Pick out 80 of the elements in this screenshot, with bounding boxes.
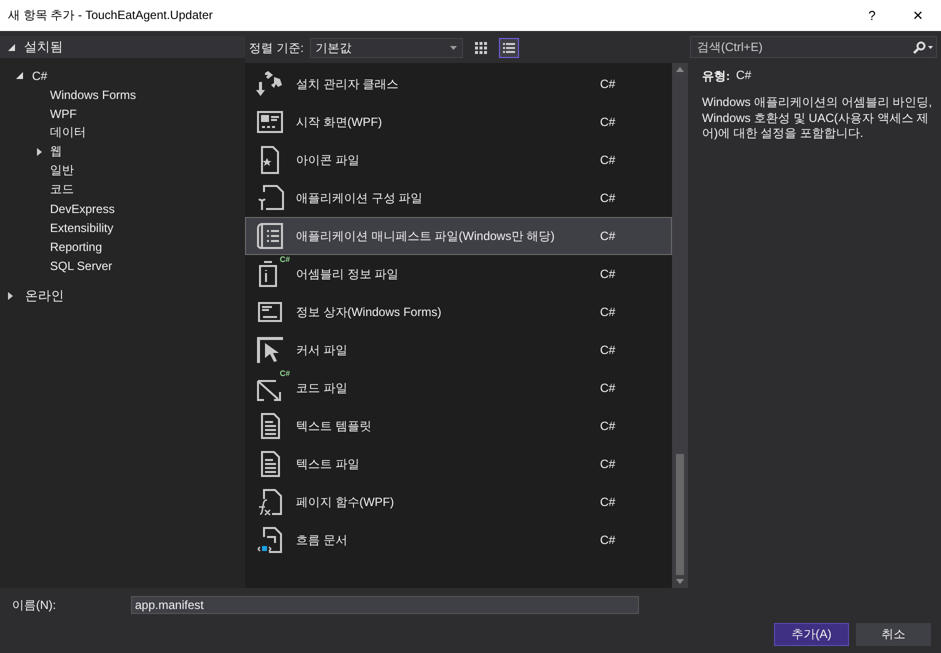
template-row[interactable]: 시작 화면(WPF) C# (245, 103, 672, 141)
tree-item[interactable]: Windows Forms (50, 88, 136, 102)
template-language: C# (600, 419, 616, 433)
tree-item[interactable]: Reporting (50, 240, 102, 254)
tree-item[interactable]: 온라인 (25, 286, 64, 304)
template-name: 정보 상자(Windows Forms) (296, 304, 442, 320)
expander-icon[interactable] (16, 72, 23, 79)
scroll-thumb[interactable] (676, 454, 684, 575)
template-language: C# (600, 77, 616, 91)
scroll-list-icon (254, 220, 286, 252)
template-name: 커서 파일 (296, 342, 348, 358)
template-name: 아이콘 파일 (296, 152, 360, 168)
tree-item[interactable]: 데이터 (50, 124, 86, 141)
scroll-up-icon[interactable] (676, 67, 684, 72)
scrollbar[interactable] (672, 63, 688, 588)
tree-item[interactable]: 코드 (50, 181, 74, 198)
template-name: 페이지 함수(WPF) (296, 494, 395, 510)
template-row[interactable]: 흐름 문서 C# (245, 521, 672, 559)
expander-icon[interactable] (8, 44, 15, 50)
tree-item[interactable]: Extensibility (50, 220, 114, 234)
template-name: 시작 화면(WPF) (296, 114, 383, 130)
language-label: C# (280, 255, 290, 264)
template-language: C# (600, 267, 616, 281)
name-input[interactable]: app.manifest (131, 596, 639, 614)
template-row[interactable]: 아이콘 파일 C# (245, 141, 672, 179)
list-icon (502, 42, 515, 54)
template-row[interactable]: 애플리케이션 매니페스트 파일(Windows만 해당) C# (245, 217, 672, 255)
template-name: 어셈블리 정보 파일 (296, 266, 400, 282)
template-row[interactable]: 커서 파일 C# (245, 331, 672, 369)
tree-item[interactable]: DevExpress (50, 202, 115, 216)
tree-item[interactable]: C# (32, 68, 48, 82)
add-button[interactable]: 추가(A) (774, 623, 849, 646)
tree-item[interactable]: 설치됨 (24, 38, 63, 56)
template-name: 흐름 문서 (296, 532, 348, 548)
tree-item[interactable]: WPF (50, 106, 77, 120)
template-language: C# (600, 533, 616, 547)
template-description: Windows 애플리케이션의 어셈블리 바인딩, Windows 호환성 및 UAC(사용자 액세스 제어)에 대한 설정을 포함합니다. (702, 95, 932, 142)
close-button[interactable]: ✕ (895, 8, 941, 24)
template-language: C# (600, 305, 616, 319)
name-label: 이름(N): (12, 596, 57, 614)
search-icon[interactable] (911, 41, 933, 54)
tree-item[interactable]: 일반 (50, 162, 74, 179)
help-button[interactable]: ? (849, 8, 895, 23)
list-view-button[interactable] (498, 38, 519, 58)
template-name: 애플리케이션 매니페스트 파일(Windows만 해당) (296, 228, 556, 244)
template-row[interactable]: 정보 상자(Windows Forms) C# (245, 293, 672, 331)
template-row[interactable]: C# 어셈블리 정보 파일 C# (245, 255, 672, 293)
template-name: 텍스트 파일 (296, 456, 360, 472)
template-language: C# (600, 457, 616, 471)
template-language: C# (600, 191, 616, 205)
cursor-icon (254, 334, 286, 366)
template-row[interactable]: C# 코드 파일 C# (245, 369, 672, 407)
template-name: 설치 관리자 클래스 (296, 76, 400, 92)
sort-label: 정렬 기준: (249, 40, 304, 56)
template-language: C# (600, 115, 616, 129)
template-row[interactable]: 페이지 함수(WPF) C# (245, 483, 672, 521)
template-name: 코드 파일 (296, 380, 348, 396)
language-label: C# (280, 369, 290, 378)
tree-item[interactable]: 웹 (50, 143, 62, 160)
sort-dropdown[interactable]: 기본값 (310, 38, 463, 58)
tree-item[interactable]: SQL Server (50, 258, 112, 272)
type-value: C# (736, 68, 752, 84)
scroll-down-icon[interactable] (676, 579, 684, 584)
template-name: 애플리케이션 구성 파일 (296, 190, 424, 206)
template-row[interactable]: 애플리케이션 구성 파일 C# (245, 179, 672, 217)
search-field[interactable]: 검색(Ctrl+E) (690, 36, 937, 58)
template-name: 텍스트 템플릿 (296, 418, 372, 434)
grid-icon (474, 42, 487, 54)
template-row[interactable]: 설치 관리자 클래스 C# (245, 65, 672, 103)
template-language: C# (600, 495, 616, 509)
cancel-button[interactable]: 취소 (856, 623, 931, 646)
template-row[interactable]: 텍스트 템플릿 C# (245, 407, 672, 445)
caret-icon[interactable] (450, 46, 457, 50)
type-label: 유형: (702, 68, 730, 85)
template-row[interactable]: 텍스트 파일 C# (245, 445, 672, 483)
template-language: C# (600, 343, 616, 357)
window-title: 새 항목 추가 - TouchEatAgent.Updater (8, 7, 214, 24)
template-language: C# (600, 229, 616, 243)
template-language: C# (600, 153, 616, 167)
template-language: C# (600, 381, 616, 395)
